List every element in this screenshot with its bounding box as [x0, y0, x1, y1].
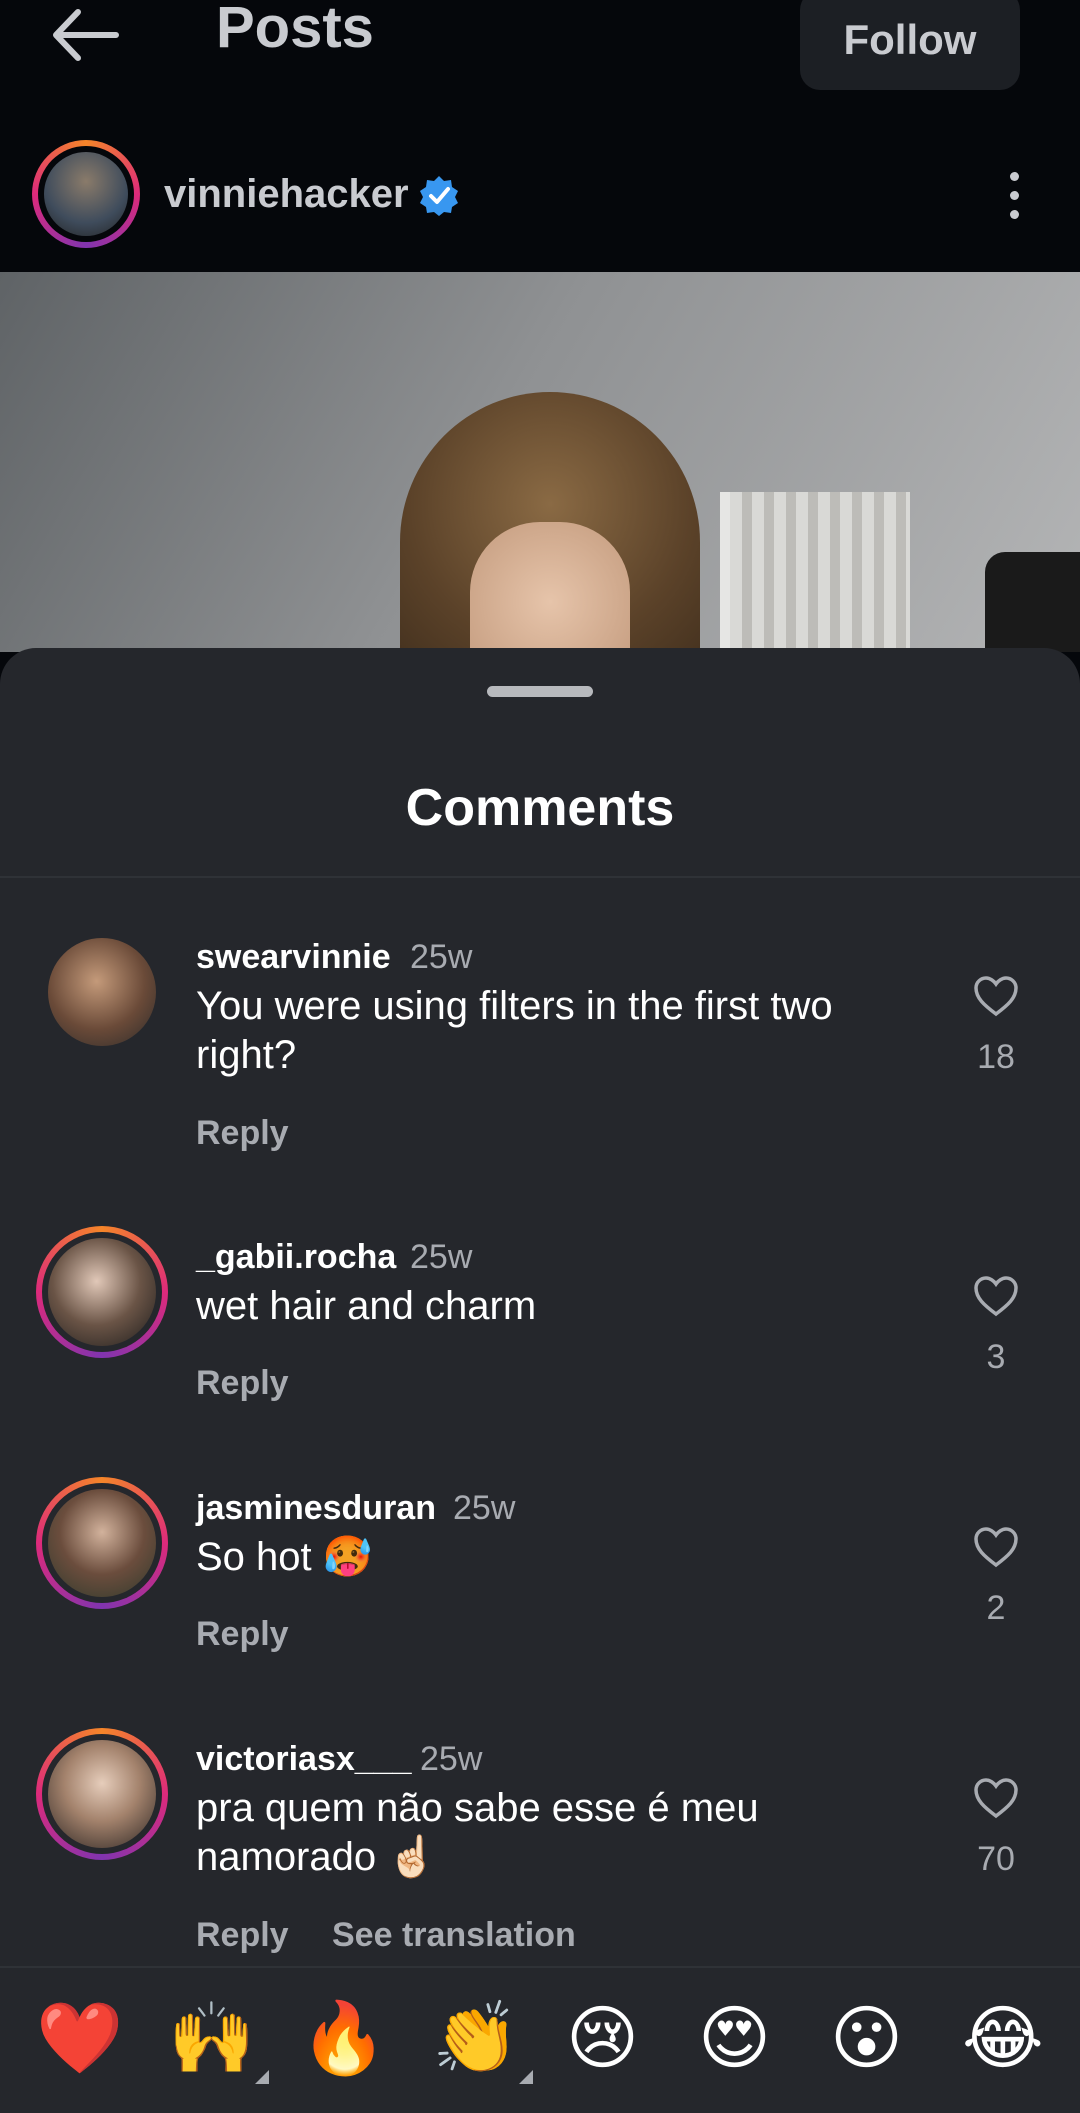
reaction-crying[interactable]: 😢	[566, 1998, 639, 2078]
comment-username[interactable]: swearvinnie	[196, 938, 391, 977]
reaction-surprised[interactable]: 😮	[830, 1998, 903, 2078]
comment-avatar[interactable]	[36, 1477, 168, 1609]
verified-badge-icon	[420, 176, 458, 216]
comments-title: Comments	[405, 779, 675, 837]
reaction-laughing[interactable]: 😂	[962, 1998, 1044, 2078]
comment-text: So hot 🥵	[196, 1535, 373, 1579]
page-title: Posts	[216, 0, 374, 60]
more-vertical-icon[interactable]	[1000, 172, 1028, 224]
reply-button[interactable]: Reply	[196, 1364, 289, 1403]
comment-avatar[interactable]	[48, 938, 156, 1046]
follow-button[interactable]: Follow	[800, 0, 1020, 90]
reaction-heart-eyes[interactable]: 😍	[698, 1998, 771, 2078]
reaction-clapping[interactable]: 👏	[432, 1997, 534, 2084]
quick-reactions-bar: ❤️ 🙌 🔥 👏 😢 😍 😮 😂	[0, 1966, 1080, 2113]
comment-text: pra quem não sabe esse é meu namorado ☝🏻	[196, 1786, 759, 1879]
like-count: 2	[986, 1589, 1006, 1627]
comment-time: 25w	[453, 1489, 516, 1527]
heart-outline-icon[interactable]	[972, 1274, 1020, 1318]
heart-outline-icon[interactable]	[972, 1525, 1020, 1569]
comment-time: 25w	[410, 938, 473, 976]
see-translation-button[interactable]: See translation	[332, 1916, 576, 1955]
comment-text: wet hair and charm	[196, 1284, 537, 1328]
comment-avatar[interactable]	[36, 1226, 168, 1358]
divider	[0, 876, 1080, 878]
comment-time: 25w	[410, 1238, 473, 1276]
post-author-avatar[interactable]	[32, 140, 140, 248]
comment-text: You were using filters in the first two …	[196, 984, 833, 1077]
post-author-username[interactable]: vinniehacker	[164, 172, 409, 217]
reaction-raising-hands-glyph: 🙌	[168, 1997, 256, 2079]
comment-username[interactable]: jasminesduran	[196, 1489, 436, 1528]
like-count: 18	[977, 1038, 1015, 1076]
reaction-raising-hands[interactable]: 🙌	[168, 1997, 270, 2084]
comment-time: 25w	[420, 1740, 483, 1778]
post-header: vinniehacker	[0, 100, 1080, 272]
reaction-fire[interactable]: 🔥	[300, 1998, 387, 2078]
comment-username[interactable]: victoriasx___	[196, 1740, 412, 1779]
reply-button[interactable]: Reply	[196, 1615, 289, 1654]
reaction-clapping-glyph: 👏	[432, 1997, 520, 2079]
comment-username[interactable]: _gabii.rocha	[196, 1238, 396, 1277]
reply-button[interactable]: Reply	[196, 1916, 289, 1955]
reaction-heart[interactable]: ❤️	[36, 1998, 123, 2078]
heart-outline-icon[interactable]	[972, 974, 1020, 1018]
sheet-drag-handle[interactable]	[487, 686, 593, 697]
back-arrow-icon[interactable]	[46, 0, 126, 70]
comments-sheet: Comments swearvinnie 25w You were using …	[0, 648, 1080, 2111]
post-image	[0, 272, 1080, 652]
like-count: 70	[977, 1840, 1015, 1878]
comment-avatar[interactable]	[36, 1728, 168, 1860]
heart-outline-icon[interactable]	[972, 1776, 1020, 1820]
like-count: 3	[986, 1338, 1006, 1376]
top-bar: Posts Follow	[0, 0, 1080, 100]
reply-button[interactable]: Reply	[196, 1114, 289, 1153]
